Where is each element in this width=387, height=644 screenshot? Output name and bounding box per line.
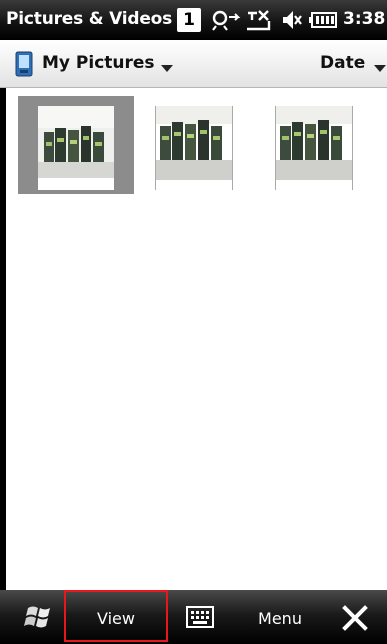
notification-badge[interactable]: 1 [177,8,201,32]
signal-off-icon[interactable] [245,8,271,32]
view-softkey[interactable]: View [64,590,168,642]
title-bar: Pictures & Videos 1 3:38 [0,0,387,40]
view-label: View [97,609,135,628]
photo-thumbnail [38,106,114,190]
soft-key-bar: View Menu [0,590,387,644]
thumbnail-3[interactable] [256,96,372,194]
chevron-down-icon [161,65,173,72]
folder-label: My Pictures [42,53,155,73]
sort-picker[interactable]: Date [315,40,387,87]
start-button[interactable] [22,598,66,636]
thumbnail-2[interactable] [136,96,252,194]
app-title: Pictures & Videos [6,9,173,29]
device-folder-icon [15,51,33,77]
speaker-muted-icon[interactable] [280,8,302,32]
keyboard-toggle[interactable] [186,606,214,628]
windows-logo-icon [24,606,50,628]
sort-label: Date [320,53,366,73]
menu-label: Menu [258,609,302,628]
menu-softkey[interactable]: Menu [240,590,320,644]
folder-picker[interactable]: My Pictures [14,40,184,87]
keyboard-icon [186,606,214,628]
photo-thumbnail [276,106,352,190]
battery-icon[interactable] [308,8,338,32]
sync-icon[interactable] [211,8,241,32]
picker-bar: My Pictures Date [0,40,387,88]
thumbnail-grid [0,88,387,590]
photo-thumbnail [156,106,232,190]
clock[interactable]: 3:38 [343,9,385,29]
thumbnail-1[interactable] [18,96,134,194]
close-icon [342,605,368,631]
chevron-down-icon [374,65,386,72]
close-button[interactable] [338,602,372,634]
